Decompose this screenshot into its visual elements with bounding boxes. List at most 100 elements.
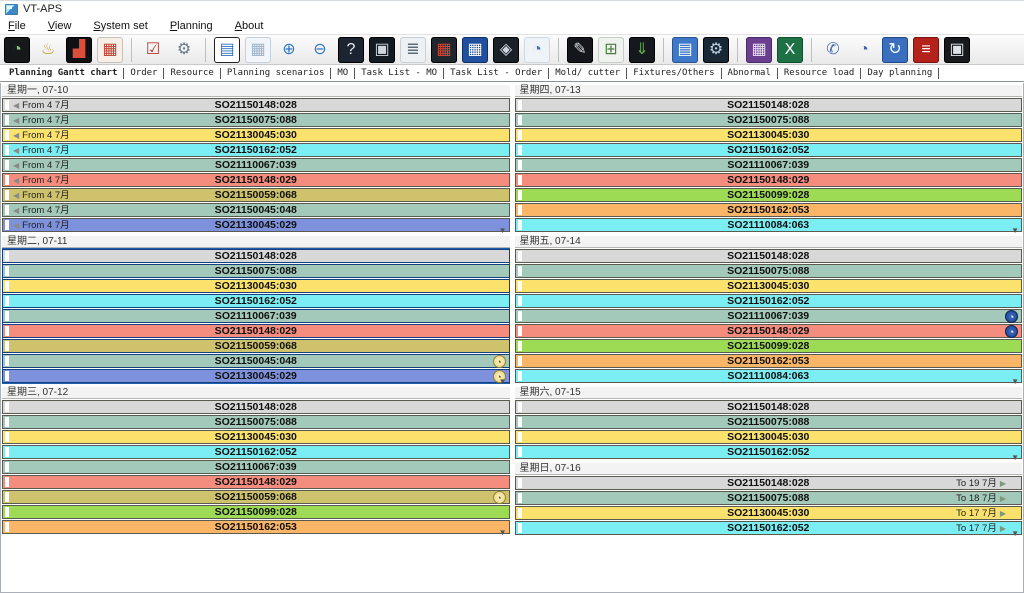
save-export-icon[interactable]: ⇓ [629,37,655,63]
calendar-edit-icon[interactable]: ▦ [97,37,123,63]
order-bar[interactable]: SO21150162:052To 17 7月▶▼ [515,521,1023,535]
order-bar[interactable]: SO21150075:088To 18 7月▶ [515,491,1023,505]
order-bar[interactable]: SO21130045:029◔▼ [2,369,510,383]
tab-fixtures-others[interactable]: Fixtures/Others [627,68,720,78]
order-bar[interactable]: ◀From 4 7月SO21110067:039 [2,158,510,172]
more-items-icon[interactable]: ▼ [499,529,507,537]
order-bar[interactable]: SO21150162:053▼ [2,520,510,534]
order-bar[interactable]: SO21150162:052 [515,143,1023,157]
order-bar[interactable]: ◀From 4 7月SO21150162:052 [2,143,510,157]
order-bar[interactable]: ◀From 4 7月SO21150148:028 [2,98,510,112]
table-chart-icon[interactable]: ▦ [245,37,271,63]
calendar-clock-icon[interactable]: ▦ [746,37,772,63]
order-bar[interactable]: SO21150148:029 [2,324,510,338]
order-bar[interactable]: SO21150162:053 [515,354,1023,368]
order-bar[interactable]: SO21130045:030 [2,279,510,293]
calendar-question-icon[interactable]: ? [338,37,364,63]
order-bar[interactable]: SO21150162:052▼ [515,445,1023,459]
order-bar[interactable]: SO21150059:068◔ [2,490,510,504]
gears-icon[interactable]: ⚙ [171,37,197,63]
order-bar[interactable]: SO21150148:028To 19 7月▶ [515,476,1023,490]
menu-planning[interactable]: Planning [170,20,213,32]
excel-export-icon[interactable]: X [777,37,803,63]
more-items-icon[interactable]: ▼ [499,227,507,235]
order-bar[interactable]: SO21150148:029◔ [515,324,1023,338]
shield-icon[interactable]: ◈ [493,37,519,63]
order-bar[interactable]: SO21150059:068 [2,339,510,353]
stopwatch-icon[interactable]: ◔ [851,37,877,63]
order-bar[interactable]: SO21110067:039 [515,158,1023,172]
clock-map-icon[interactable]: ◔ [524,37,550,63]
order-bar[interactable]: SO21150162:053 [515,203,1023,217]
order-bar[interactable]: SO21130045:030 [515,430,1023,444]
floppy-disk-icon[interactable]: ▣ [944,37,970,63]
order-bar[interactable]: SO21110067:039◔ [515,309,1023,323]
order-bar[interactable]: SO21150099:028 [515,188,1023,202]
order-bar[interactable]: SO21150162:052 [515,294,1023,308]
order-bar[interactable]: SO21150148:028 [515,249,1023,263]
order-bar[interactable]: SO21150075:088 [515,113,1023,127]
tab-planning-gantt-chart[interactable]: Planning Gantt chart [3,68,123,78]
tab-resource[interactable]: Resource [164,68,219,78]
teacup-icon[interactable]: ♨ [35,37,61,63]
grid-red-blue-icon[interactable]: ▦ [431,37,457,63]
order-bar[interactable]: SO21150148:028 [515,400,1023,414]
bar-chart-icon[interactable]: ▟ [66,37,92,63]
more-items-icon[interactable]: ▼ [499,378,507,386]
tab-task-list-mo[interactable]: Task List - MO [355,68,443,78]
mobile-sync-icon[interactable]: ✆ [820,37,846,63]
order-bar[interactable]: ◀From 4 7月SO21150075:088 [2,113,510,127]
more-items-icon[interactable]: ▼ [1011,227,1019,235]
order-bar[interactable]: SO21130045:030 [515,279,1023,293]
tab-task-list-order[interactable]: Task List - Order [444,68,548,78]
print-list-icon[interactable]: ≣ [400,37,426,63]
zoom-out-icon[interactable]: ⊖ [307,37,333,63]
order-bar[interactable]: ◀From 4 7月SO21150148:029 [2,173,510,187]
calendar-refresh-icon[interactable]: ↻ [882,37,908,63]
tab-day-planning[interactable]: Day planning [861,68,938,78]
pen-edit-icon[interactable]: ✎ [567,37,593,63]
order-bar[interactable]: SO21150075:088 [2,264,510,278]
order-bar[interactable]: SO21150099:028 [515,339,1023,353]
order-bar[interactable]: SO21150162:052 [2,445,510,459]
more-items-icon[interactable]: ▼ [1011,530,1019,538]
order-bar[interactable]: SO21110084:063▼ [515,369,1023,383]
order-bar[interactable]: SO21130045:030 [515,128,1023,142]
order-bar[interactable]: SO21110067:039 [2,309,510,323]
menu-view[interactable]: View [48,20,72,32]
printer-icon[interactable]: ▣ [369,37,395,63]
order-bar[interactable]: SO21110084:063▼ [515,218,1023,232]
order-bar[interactable]: SO21130045:030To 17 7月▶ [515,506,1023,520]
order-bar[interactable]: SO21130045:030 [2,430,510,444]
order-bar[interactable]: SO21110067:039 [2,460,510,474]
tab-resource-load[interactable]: Resource load [778,68,860,78]
clipboard-add-icon[interactable]: ⊞ [598,37,624,63]
book-gear-icon[interactable]: ⚙ [703,37,729,63]
menu-file[interactable]: File [8,20,26,32]
menu-system-set[interactable]: System set [93,20,147,32]
order-bar[interactable]: SO21150045:048◔ [2,354,510,368]
order-bar[interactable]: ◀From 4 7月SO21150059:068 [2,188,510,202]
order-bar[interactable]: SO21150099:028 [2,505,510,519]
person-checklist-icon[interactable]: ☑ [140,37,166,63]
order-bar[interactable]: ◀From 4 7月SO21150045:048 [2,203,510,217]
order-bar[interactable]: SO21150148:028 [515,98,1023,112]
order-bar[interactable]: ◀From 4 7月SO21130045:029▼ [2,218,510,232]
gauge-clock-icon[interactable]: ◔ [4,37,30,63]
order-bar[interactable]: SO21150148:028 [2,249,510,263]
order-bar[interactable]: SO21150075:088 [515,264,1023,278]
order-bar[interactable]: SO21150075:088 [2,415,510,429]
tab-planning-scenarios[interactable]: Planning scenarios [221,68,331,78]
gantt-chart-icon[interactable]: ▤ [214,37,240,63]
order-bar[interactable]: SO21150148:028 [2,400,510,414]
zoom-in-icon[interactable]: ⊕ [276,37,302,63]
more-items-icon[interactable]: ▼ [1011,454,1019,462]
tab-abnormal[interactable]: Abnormal [722,68,777,78]
tab-mold-cutter[interactable]: Mold/ cutter [549,68,626,78]
grid-blue-icon[interactable]: ▦ [462,37,488,63]
more-items-icon[interactable]: ▼ [1011,378,1019,386]
order-bar[interactable]: ◀From 4 7月SO21130045:030 [2,128,510,142]
order-bar[interactable]: SO21150148:029 [515,173,1023,187]
order-bar[interactable]: SO21150075:088 [515,415,1023,429]
drawer-stack-icon[interactable]: ≡ [913,37,939,63]
